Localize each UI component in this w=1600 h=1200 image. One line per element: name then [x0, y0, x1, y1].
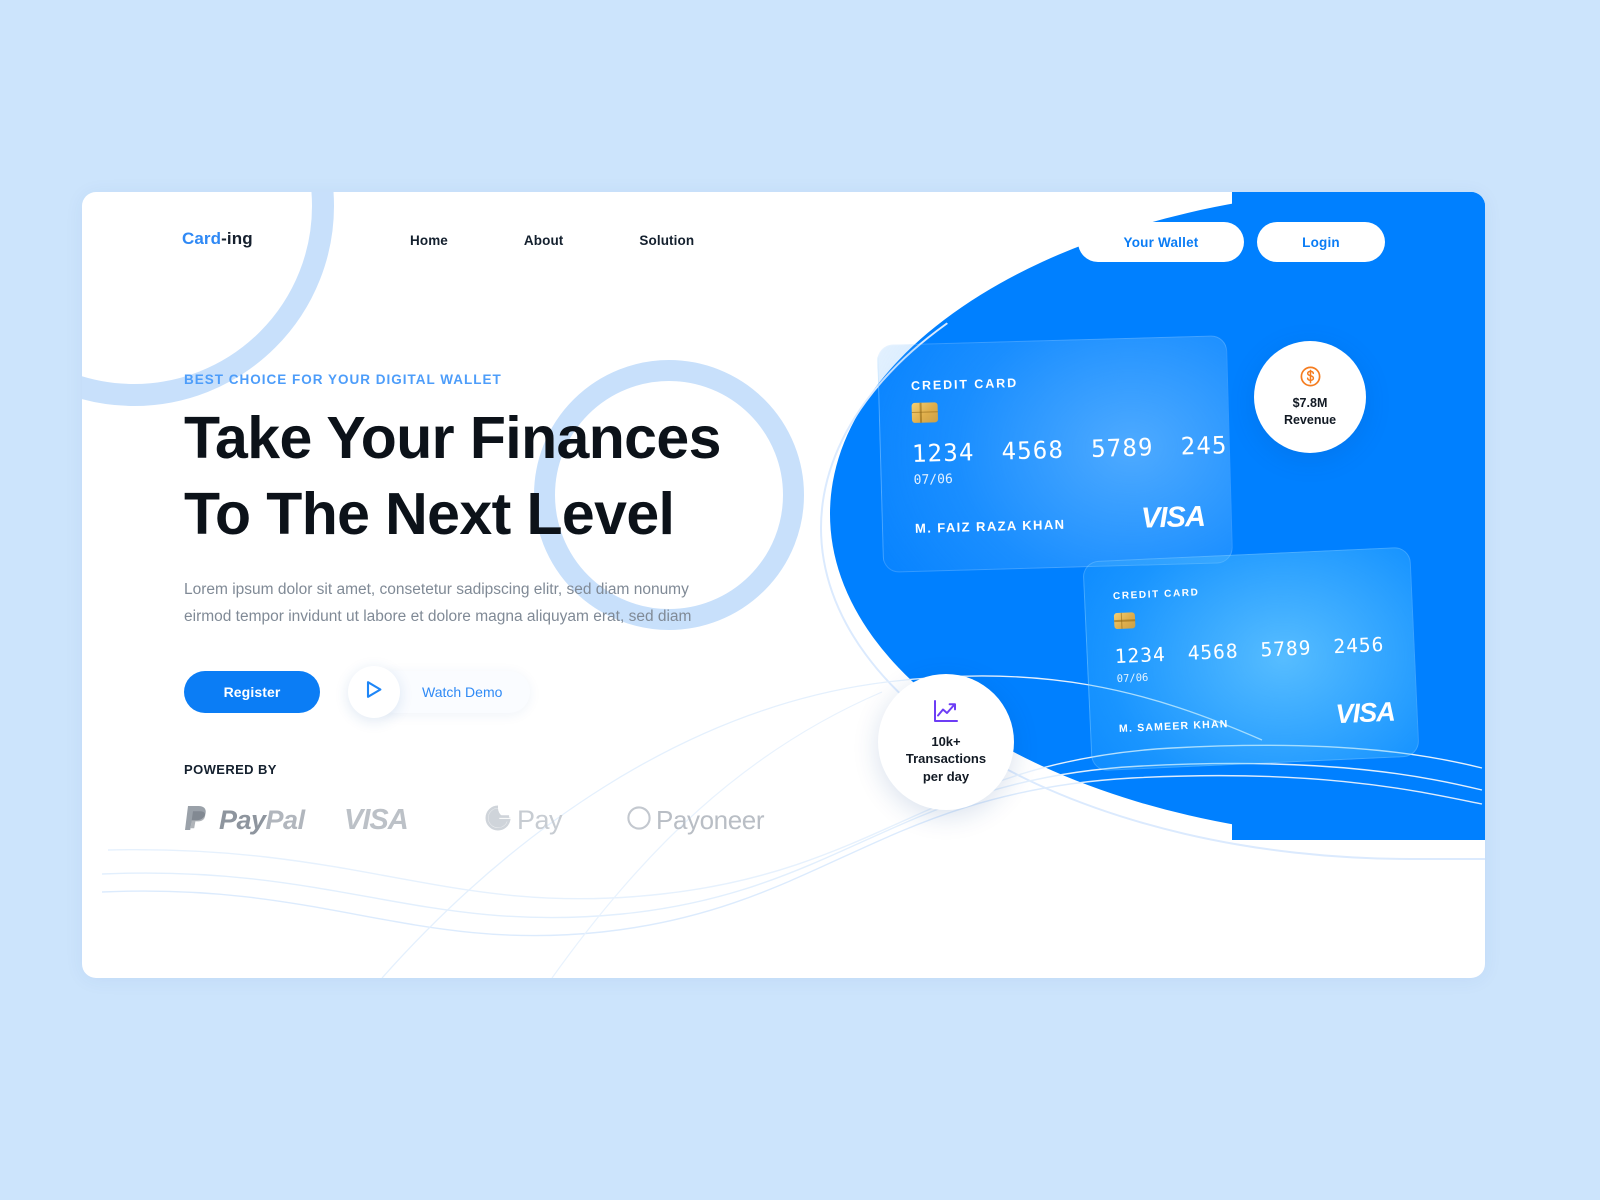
card-number: 1234 4568 5789 2456	[912, 431, 1234, 468]
transactions-label: Transactions	[905, 751, 987, 767]
payoneer-logo: Payoneer	[626, 805, 786, 836]
visa-network-logo: VISA	[1334, 696, 1396, 730]
card-holder-name: M. FAIZ RAZA KHAN	[914, 516, 1066, 536]
primary-nav: Home About Solution	[410, 233, 694, 248]
card-chip-icon	[1113, 612, 1136, 630]
credit-card-primary[interactable]: CREDIT CARD 1234 4568 5789 2456 07/06 M.…	[876, 335, 1234, 573]
card-expiry: 07/06	[913, 471, 954, 488]
card-number-group-4: 2456	[1180, 430, 1234, 461]
google-g-icon	[484, 804, 517, 837]
powered-by-section: POWERED BY PayPal VISA Pay Payoneer	[184, 762, 786, 838]
payoneer-logo-text: Payoneer	[656, 805, 765, 835]
nav-item-about[interactable]: About	[524, 233, 563, 248]
logo-text-secondary: -ing	[221, 229, 253, 248]
revenue-amount: $7.8M	[1292, 395, 1328, 410]
card-expiry: 07/06	[1116, 671, 1149, 686]
revenue-label: Revenue	[1283, 412, 1337, 427]
login-button[interactable]: Login	[1257, 222, 1385, 262]
transactions-badge-text: 10k+ Transactions per day	[906, 733, 986, 786]
partner-logo-row: PayPal VISA Pay Payoneer	[184, 803, 786, 838]
transactions-period: per day	[922, 768, 970, 784]
card-number-group-3: 5789	[1260, 636, 1312, 662]
play-icon-button[interactable]	[348, 666, 400, 719]
revenue-badge-text: $7.8M Revenue	[1284, 395, 1336, 429]
card-chip-icon	[911, 402, 939, 423]
brand-logo[interactable]: Card-ing	[182, 229, 253, 249]
transactions-count: 10k+	[931, 733, 961, 749]
hero-subtext: Lorem ipsum dolor sit amet, consetetur s…	[184, 581, 692, 625]
paypal-icon	[184, 803, 219, 838]
card-number-group-1: 1234	[911, 438, 975, 468]
chart-up-icon	[932, 699, 960, 725]
card-number-group-2: 4568	[1187, 639, 1240, 665]
watch-demo-group[interactable]: Watch Demo	[348, 666, 530, 719]
nav-action-buttons: Your Wallet Login	[1078, 222, 1385, 262]
nav-item-solution[interactable]: Solution	[639, 233, 694, 248]
visa-logo-text: VISA	[344, 804, 409, 836]
payoneer-circle-icon	[626, 805, 656, 836]
gpay-logo-text: Pay	[517, 805, 563, 835]
credit-card-secondary[interactable]: CREDIT CARD 1234 4568 5789 2456 07/06 M.…	[1082, 546, 1420, 772]
paypal-logo-text: PayPal	[219, 805, 305, 835]
visa-logo: VISA	[344, 804, 484, 837]
credit-card-label: CREDIT CARD	[1112, 587, 1200, 603]
logo-text-primary: Card	[182, 229, 222, 248]
hero-headline-line-2: To The Next Level	[184, 480, 675, 547]
card-number-group-3: 5789	[1090, 433, 1155, 463]
card-holder-name: M. SAMEER KHAN	[1118, 718, 1229, 736]
powered-by-title: POWERED BY	[184, 762, 277, 777]
top-navbar: Card-ing Home About Solution Your Wallet…	[82, 192, 1485, 302]
hero-cta-row: Register Watch Demo	[184, 666, 804, 719]
paypal-logo: PayPal	[184, 803, 344, 838]
credit-card-label: CREDIT CARD	[910, 376, 1019, 393]
revenue-stat-badge[interactable]: $7.8M Revenue	[1254, 341, 1366, 453]
play-icon	[366, 680, 383, 704]
visa-network-logo: VISA	[1140, 500, 1206, 535]
your-wallet-button[interactable]: Your Wallet	[1078, 222, 1244, 262]
hero-section: BEST CHOICE FOR YOUR DIGITAL WALLET Take…	[184, 372, 804, 719]
hero-eyebrow: BEST CHOICE FOR YOUR DIGITAL WALLET	[184, 372, 502, 387]
card-number-group-2: 4568	[1001, 435, 1065, 466]
hero-headline: Take Your Finances To The Next Level	[184, 401, 804, 552]
register-button[interactable]: Register	[184, 671, 320, 714]
card-number-group-4: 2456	[1332, 632, 1385, 659]
card-number: 1234 4568 5789 2456	[1114, 633, 1385, 668]
card-number-group-1: 1234	[1114, 642, 1167, 669]
landing-page-card: Card-ing Home About Solution Your Wallet…	[82, 192, 1485, 978]
watch-demo-label[interactable]: Watch Demo	[422, 684, 502, 700]
hero-headline-line-1: Take Your Finances	[184, 405, 721, 471]
gpay-logo: Pay	[484, 804, 626, 837]
dollar-coin-icon	[1300, 366, 1321, 387]
transactions-stat-badge[interactable]: 10k+ Transactions per day	[878, 674, 1014, 810]
nav-item-home[interactable]: Home	[410, 233, 448, 248]
